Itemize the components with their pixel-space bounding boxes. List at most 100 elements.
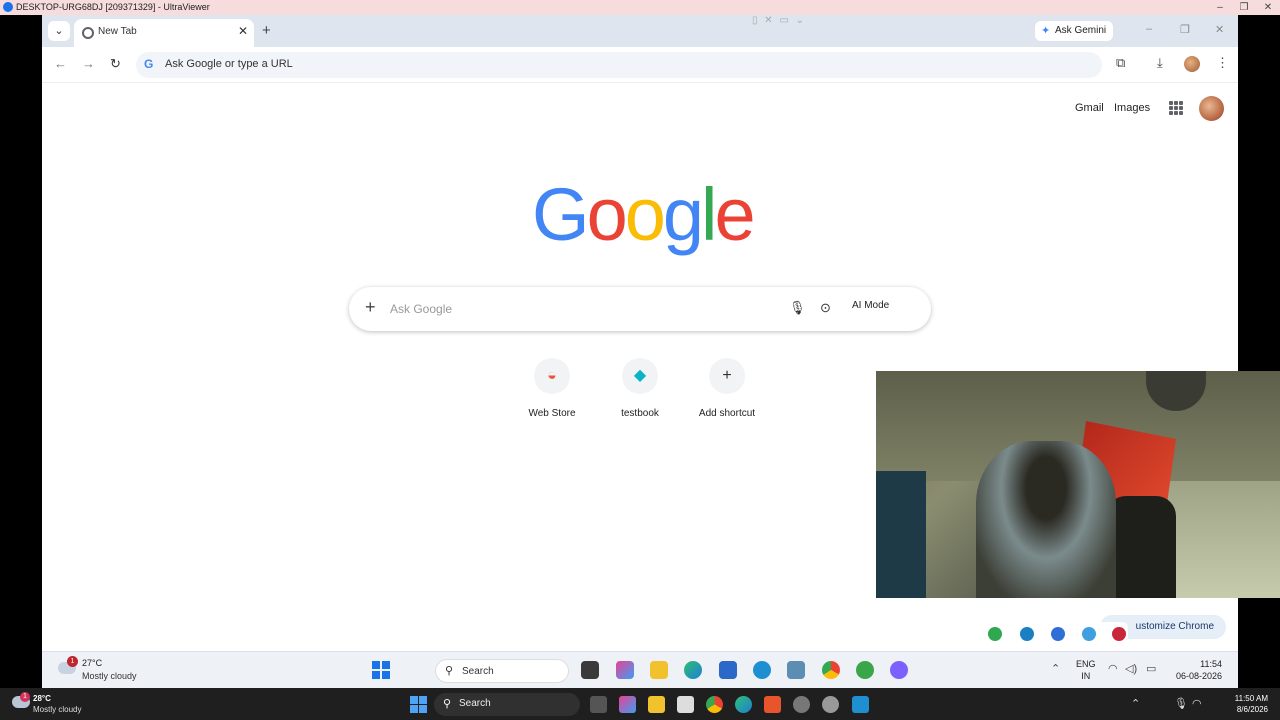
copilot-icon[interactable]: [616, 661, 634, 679]
chrome-minimize-button[interactable]: –: [1146, 23, 1152, 35]
add-icon[interactable]: +: [365, 297, 376, 318]
logo-letter: o: [586, 173, 628, 256]
start-button[interactable]: [372, 661, 390, 679]
chrome-menu-icon[interactable]: ⋮: [1216, 55, 1229, 71]
chrome-tabstrip: ⌄ New Tab ✕ + ▯ ✕ ▭ ⌄ ✦ Ask Gemini – ❐ ✕: [42, 15, 1238, 47]
gmail-link[interactable]: Gmail: [1075, 102, 1104, 114]
taskbar-search[interactable]: ⚲ Search: [435, 659, 569, 683]
edge-icon[interactable]: [684, 661, 702, 679]
region-code: IN: [1081, 671, 1091, 681]
chrome-maximize-button[interactable]: ❐: [1180, 23, 1190, 36]
task-view-icon[interactable]: [590, 696, 607, 713]
tray-overflow-popup: [978, 622, 1128, 646]
logo-letter: g: [662, 173, 704, 256]
tab-close-button[interactable]: ✕: [238, 24, 248, 38]
search-icon: ⚲: [445, 665, 454, 677]
logo-letter: e: [714, 173, 755, 256]
reload-button[interactable]: ↻: [110, 56, 121, 72]
settings-app-icon[interactable]: [890, 661, 908, 679]
volume-icon[interactable]: ◁): [1125, 662, 1137, 675]
chrome-close-button[interactable]: ✕: [1215, 23, 1224, 36]
brave-icon[interactable]: [764, 696, 781, 713]
tray-app-icon[interactable]: [988, 627, 1002, 641]
ai-mode-button[interactable]: AI Mode: [852, 300, 889, 311]
tray-app-icon[interactable]: [1082, 627, 1096, 641]
person: [976, 441, 1116, 598]
clock-date: 8/6/2026: [1236, 705, 1268, 714]
chevron-up-icon[interactable]: ⌃: [1051, 662, 1060, 675]
chrome-icon[interactable]: [706, 696, 723, 713]
network-app-icon[interactable]: [793, 696, 810, 713]
microphone-icon[interactable]: 🎙: [1174, 697, 1188, 710]
wifi-icon[interactable]: ◠: [1108, 662, 1118, 675]
ultraviewer-icon[interactable]: [852, 696, 869, 713]
start-button[interactable]: [410, 696, 427, 713]
taskbar-search[interactable]: ⚲ Search: [434, 693, 580, 716]
chevron-up-icon[interactable]: ⌃: [1131, 697, 1140, 710]
new-tab-button[interactable]: +: [262, 22, 271, 39]
web-store-icon: ◒: [534, 358, 570, 394]
search-box[interactable]: + Ask Google 🎙 ⊙ AI Mode: [349, 287, 931, 331]
edge-icon[interactable]: [735, 696, 752, 713]
images-link[interactable]: Images: [1114, 102, 1150, 114]
profile-avatar[interactable]: [1184, 56, 1200, 72]
search-placeholder: Ask Google: [390, 302, 453, 316]
shortcut-web-store[interactable]: ◒ Web Store: [512, 358, 592, 419]
clock-time: 11:54: [1200, 659, 1222, 669]
wifi-icon[interactable]: ◠: [1192, 697, 1202, 710]
ask-gemini-button[interactable]: ✦ Ask Gemini: [1035, 21, 1113, 41]
battery-icon[interactable]: ▭: [1146, 662, 1156, 675]
chrome-icon: [82, 27, 94, 39]
ask-gemini-label: Ask Gemini: [1055, 25, 1107, 36]
copilot-icon[interactable]: [619, 696, 636, 713]
download-icon[interactable]: ⤓: [1157, 55, 1163, 71]
weather-condition: Mostly cloudy: [33, 705, 82, 714]
shortcut-testbook[interactable]: ◆ testbook: [600, 358, 680, 419]
clock-time: 11:50 AM: [1234, 694, 1268, 703]
settings-icon[interactable]: [822, 696, 839, 713]
logo-letter: G: [532, 173, 590, 256]
remote-desktop-icon[interactable]: [787, 661, 805, 679]
clock[interactable]: 11:50 AM 8/6/2026: [1206, 693, 1268, 715]
file-explorer-icon[interactable]: [650, 661, 668, 679]
close-button[interactable]: ✕: [1256, 0, 1280, 15]
back-button[interactable]: ←: [54, 56, 67, 71]
shortcut-label: Web Store: [528, 408, 576, 419]
shortcut-add[interactable]: + Add shortcut: [687, 358, 767, 419]
maximize-button[interactable]: ❐: [1232, 0, 1256, 15]
local-taskbar: 1 28°C Mostly cloudy ⚲ Search ⌃ 🎙 ◠ ◁) 1…: [0, 688, 1280, 720]
logo-letter: l: [701, 173, 718, 256]
extensions-icon[interactable]: ⧉: [1116, 55, 1125, 71]
google-apps-icon[interactable]: [1169, 101, 1183, 115]
tab-search-dropdown[interactable]: ⌄: [48, 21, 70, 41]
minimize-button[interactable]: –: [1208, 0, 1232, 15]
tray-app-icon[interactable]: [1112, 627, 1126, 641]
store-icon[interactable]: [677, 696, 694, 713]
remote-toolbar-ghost[interactable]: ▯ ✕ ▭ ⌄: [752, 15, 806, 26]
store-icon[interactable]: [719, 661, 737, 679]
address-bar[interactable]: G Ask Google or type a URL: [136, 52, 1102, 78]
green-app-icon[interactable]: [856, 661, 874, 679]
weather-temp: 28°C: [33, 694, 51, 703]
clock-date: 06-08-2026: [1175, 671, 1222, 681]
microphone-icon[interactable]: 🎙: [789, 300, 806, 316]
notification-badge: 1: [67, 656, 78, 667]
google-lens-icon[interactable]: ⊙: [820, 300, 831, 316]
tab-new-tab[interactable]: New Tab ✕: [74, 19, 254, 47]
task-view-icon[interactable]: [581, 661, 599, 679]
language-indicator[interactable]: ENG IN: [1076, 658, 1096, 682]
chair: [1106, 496, 1176, 598]
tab-title: New Tab: [98, 26, 137, 37]
tray-app-icon[interactable]: [1051, 627, 1065, 641]
google-logo: Google: [532, 173, 756, 256]
file-explorer-icon[interactable]: [648, 696, 665, 713]
monitor: [876, 471, 926, 598]
forward-button[interactable]: →: [82, 56, 95, 71]
ultraviewer-titlebar: DESKTOP-URG68DJ [209371329] - UltraViewe…: [0, 0, 1280, 15]
gemini-icon: ✦: [1041, 25, 1051, 37]
ultraviewer-icon[interactable]: [753, 661, 771, 679]
chrome-icon[interactable]: [822, 661, 840, 679]
account-avatar[interactable]: [1199, 96, 1224, 121]
tray-app-icon[interactable]: [1020, 627, 1034, 641]
clock[interactable]: 11:54 06-08-2026: [1162, 658, 1222, 682]
